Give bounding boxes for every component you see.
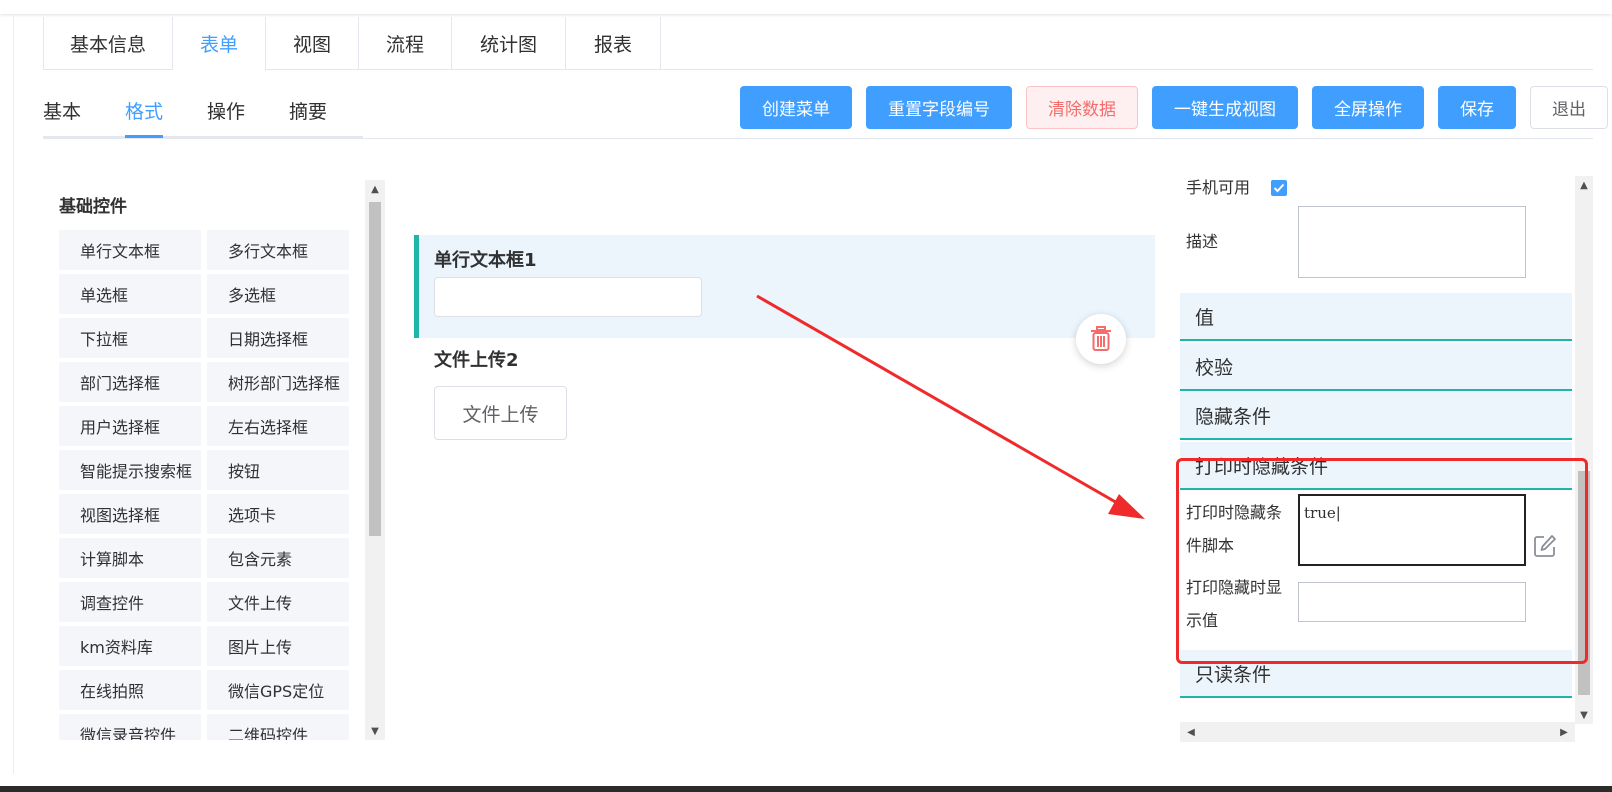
taskbar-edge: [0, 786, 1612, 792]
subtab-label: 摘要: [289, 101, 328, 123]
palette-grid: 单行文本框 多行文本框 单选框 多选框 下拉框 日期选择框 部门选择框 树形部门选择框 用户选择…: [59, 230, 349, 740]
palette-item[interactable]: 图片上传: [207, 626, 349, 666]
section-hide-condition[interactable]: 隐藏条件: [1180, 392, 1572, 440]
file-upload-button[interactable]: 文件上传: [434, 386, 567, 440]
text-input[interactable]: [434, 277, 702, 317]
palette-item[interactable]: 二维码控件: [207, 714, 349, 740]
save-button[interactable]: 保存: [1438, 86, 1516, 129]
palette-item[interactable]: 多行文本框: [207, 230, 349, 270]
palette-item[interactable]: 部门选择框: [59, 362, 201, 402]
tab-flow[interactable]: 流程: [359, 17, 452, 70]
palette-item[interactable]: 按钮: [207, 450, 349, 490]
tab-report[interactable]: 报表: [566, 17, 661, 70]
tab-label: 报表: [593, 34, 632, 56]
subtab-label: 操作: [207, 101, 246, 123]
clear-data-button[interactable]: 清除数据: [1026, 86, 1138, 129]
description-textarea[interactable]: [1298, 206, 1526, 278]
subtab-basic[interactable]: 基本: [43, 83, 81, 138]
palette-item[interactable]: 单选框: [59, 274, 201, 314]
edit-icon[interactable]: [1532, 533, 1558, 559]
properties-panel: 手机可用 描述 值 校验 隐藏条件 打印时隐藏条件 打印时隐藏条 件脚本 tru…: [1180, 176, 1595, 742]
palette-scrollbar[interactable]: ▲ ▼: [365, 180, 385, 740]
palette-item[interactable]: 微信录音控件: [59, 714, 201, 740]
sub-tab-bar: 基本 格式 操作 摘要: [43, 83, 371, 138]
print-hide-script-label-line2: 件脚本: [1186, 536, 1235, 555]
description-label: 描述: [1186, 232, 1219, 251]
print-hide-display-input[interactable]: [1298, 582, 1526, 622]
field-label: 单行文本框1: [434, 250, 537, 271]
properties-hscrollbar[interactable]: ◀ ▶: [1180, 722, 1575, 742]
palette-item[interactable]: 微信GPS定位: [207, 670, 349, 710]
subtab-format[interactable]: 格式: [125, 83, 164, 138]
palette-item[interactable]: 下拉框: [59, 318, 201, 358]
section-value[interactable]: 值: [1180, 293, 1572, 341]
scroll-thumb[interactable]: [369, 202, 381, 536]
scroll-right-icon[interactable]: ▶: [1555, 722, 1573, 742]
subtab-label: 格式: [125, 101, 164, 123]
sub-tab-divider: [43, 138, 1593, 139]
scroll-down-icon[interactable]: ▼: [1575, 706, 1593, 724]
palette-item[interactable]: 智能提示搜索框: [59, 450, 201, 490]
print-hide-script-label: 打印时隐藏条: [1186, 503, 1283, 522]
properties-scrollbar[interactable]: ▲ ▼: [1575, 176, 1593, 724]
script-value: true: [1304, 504, 1336, 522]
create-menu-button[interactable]: 创建菜单: [740, 86, 852, 129]
toolbar-actions: 创建菜单 重置字段编号 清除数据 一键生成视图 全屏操作 保存 退出: [740, 86, 1608, 129]
palette-title: 基础控件: [59, 197, 127, 217]
left-edge-strip: [0, 14, 14, 774]
mobile-available-checkbox[interactable]: [1271, 180, 1287, 196]
subtab-summary[interactable]: 摘要: [289, 83, 327, 138]
scroll-up-icon[interactable]: ▲: [1575, 176, 1593, 194]
palette-item[interactable]: 用户选择框: [59, 406, 201, 446]
tab-label: 视图: [292, 34, 331, 56]
palette-item[interactable]: 选项卡: [207, 494, 349, 534]
trash-icon: [1091, 326, 1111, 351]
subtab-label: 基本: [43, 101, 82, 123]
tab-label: 流程: [385, 34, 424, 56]
tab-chart[interactable]: 统计图: [452, 17, 566, 70]
top-tab-bar: 基本信息 表单 视图 流程 统计图 报表: [43, 17, 1593, 71]
print-hide-display-label: 打印隐藏时显: [1186, 578, 1283, 597]
tab-basic-info[interactable]: 基本信息: [43, 17, 173, 70]
tab-label: 表单: [199, 34, 238, 56]
scroll-up-icon[interactable]: ▲: [365, 180, 385, 198]
palette-item[interactable]: 多选框: [207, 274, 349, 314]
palette-item[interactable]: 左右选择框: [207, 406, 349, 446]
window-top-bar: [0, 0, 1612, 14]
field-label: 文件上传2: [434, 350, 519, 371]
palette-item[interactable]: 视图选择框: [59, 494, 201, 534]
form-canvas: 单行文本框1 文件上传2 文件上传: [406, 180, 1155, 740]
print-hide-script-textarea[interactable]: true|: [1298, 494, 1526, 566]
palette-item[interactable]: 文件上传: [207, 582, 349, 622]
mobile-available-label: 手机可用: [1186, 178, 1251, 197]
tab-label: 统计图: [479, 34, 537, 56]
print-hide-display-label-line2: 示值: [1186, 611, 1219, 630]
palette-item[interactable]: 日期选择框: [207, 318, 349, 358]
delete-field-button[interactable]: [1076, 314, 1126, 364]
scroll-thumb[interactable]: [1578, 471, 1590, 695]
palette-item[interactable]: 树形部门选择框: [207, 362, 349, 402]
palette-item[interactable]: 包含元素: [207, 538, 349, 578]
subtab-operation[interactable]: 操作: [207, 83, 245, 138]
reset-field-number-button[interactable]: 重置字段编号: [866, 86, 1012, 129]
scroll-down-icon[interactable]: ▼: [365, 722, 385, 740]
check-icon: [1273, 183, 1285, 193]
section-validate[interactable]: 校验: [1180, 343, 1572, 391]
palette-item[interactable]: 调查控件: [59, 582, 201, 622]
palette-item[interactable]: 单行文本框: [59, 230, 201, 270]
tab-view[interactable]: 视图: [266, 17, 359, 70]
section-print-hide-condition[interactable]: 打印时隐藏条件: [1180, 442, 1572, 490]
scroll-left-icon[interactable]: ◀: [1182, 722, 1200, 742]
palette-item[interactable]: 在线拍照: [59, 670, 201, 710]
exit-button[interactable]: 退出: [1530, 86, 1608, 129]
tab-label: 基本信息: [69, 34, 146, 56]
control-palette: 基础控件 单行文本框 多行文本框 单选框 多选框 下拉框 日期选择框 部门选择框 树形部门选择…: [43, 180, 386, 740]
tab-form[interactable]: 表单: [173, 17, 266, 71]
section-readonly-condition[interactable]: 只读条件: [1180, 650, 1572, 698]
fullscreen-button[interactable]: 全屏操作: [1312, 86, 1424, 129]
palette-item[interactable]: km资料库: [59, 626, 201, 666]
generate-view-button[interactable]: 一键生成视图: [1152, 86, 1298, 129]
palette-item[interactable]: 计算脚本: [59, 538, 201, 578]
